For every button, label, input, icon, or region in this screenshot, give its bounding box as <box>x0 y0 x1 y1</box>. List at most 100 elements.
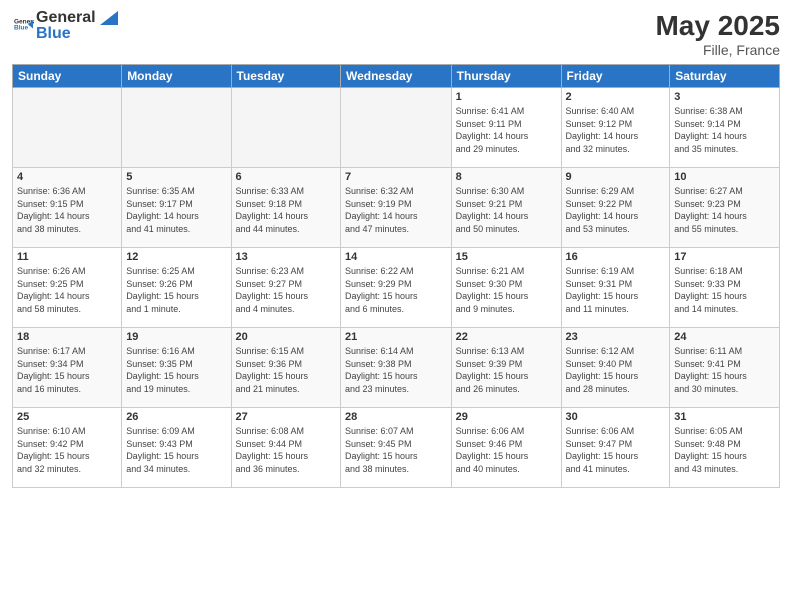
calendar-cell-w1-d2 <box>231 88 340 168</box>
day-number: 20 <box>236 331 336 343</box>
day-number: 8 <box>456 171 557 183</box>
day-number: 25 <box>17 411 117 423</box>
day-info: Sunrise: 6:40 AM Sunset: 9:12 PM Dayligh… <box>566 105 666 155</box>
calendar-cell-w1-d0 <box>13 88 122 168</box>
calendar-cell-w2-d5: 9 Sunrise: 6:29 AM Sunset: 9:22 PM Daylig… <box>561 168 670 248</box>
day-number: 4 <box>17 171 117 183</box>
day-number: 27 <box>236 411 336 423</box>
day-number: 12 <box>126 251 226 263</box>
calendar-cell-w4-d6: 24Sunrise: 6:11 AM Sunset: 9:41 PM Dayli… <box>670 328 780 408</box>
day-number: 7 <box>345 171 447 183</box>
day-number: 21 <box>345 331 447 343</box>
header-friday: Friday <box>561 65 670 88</box>
page: General Blue General Blue May 2025 Fille… <box>0 0 792 612</box>
day-info: Sunrise: 6:32 AM Sunset: 9:19 PM Dayligh… <box>345 185 447 235</box>
calendar-cell-w5-d1: 26 Sunrise: 6:09 AM Sunset: 9:43 PM Dayli… <box>122 408 231 488</box>
day-info: Sunrise: 6:12 AM Sunset: 9:40 PM Dayligh… <box>566 345 666 395</box>
calendar-cell-w1-d6: 3 Sunrise: 6:38 AM Sunset: 9:14 PM Daylig… <box>670 88 780 168</box>
day-info: Sunrise: 6:08 AM Sunset: 9:44 PM Dayligh… <box>236 425 336 475</box>
day-info: Sunrise: 6:36 AM Sunset: 9:15 PM Dayligh… <box>17 185 117 235</box>
calendar-cell-w5-d6: 31 Sunrise: 6:05 AM Sunset: 9:48 PM Dayli… <box>670 408 780 488</box>
day-number: 28 <box>345 411 447 423</box>
header-sunday: Sunday <box>13 65 122 88</box>
day-info: Sunrise: 6:21 AM Sunset: 9:30 PM Dayligh… <box>456 265 557 315</box>
calendar-cell-w5-d5: 30 Sunrise: 6:06 AM Sunset: 9:47 PM Dayli… <box>561 408 670 488</box>
weekday-header-row: Sunday Monday Tuesday Wednesday Thursday… <box>13 65 780 88</box>
header-tuesday: Tuesday <box>231 65 340 88</box>
logo-triangle-icon <box>100 11 118 25</box>
calendar-cell-w3-d5: 16 Sunrise: 6:19 AM Sunset: 9:31 PM Dayli… <box>561 248 670 328</box>
title-block: May 2025 Fille, France <box>655 10 780 58</box>
day-number: 1 <box>456 91 557 103</box>
day-info: Sunrise: 6:13 AM Sunset: 9:39 PM Dayligh… <box>456 345 557 395</box>
day-info: Sunrise: 6:33 AM Sunset: 9:18 PM Dayligh… <box>236 185 336 235</box>
day-number: 15 <box>456 251 557 263</box>
calendar-cell-w4-d3: 21Sunrise: 6:14 AM Sunset: 9:38 PM Dayli… <box>340 328 451 408</box>
calendar-cell-w3-d4: 15 Sunrise: 6:21 AM Sunset: 9:30 PM Dayli… <box>451 248 561 328</box>
header: General Blue General Blue May 2025 Fille… <box>12 10 780 58</box>
day-info: Sunrise: 6:07 AM Sunset: 9:45 PM Dayligh… <box>345 425 447 475</box>
logo-general: General <box>36 10 118 26</box>
day-info: Sunrise: 6:15 AM Sunset: 9:36 PM Dayligh… <box>236 345 336 395</box>
calendar-cell-w3-d1: 12Sunrise: 6:25 AM Sunset: 9:26 PM Dayli… <box>122 248 231 328</box>
day-info: Sunrise: 6:17 AM Sunset: 9:34 PM Dayligh… <box>17 345 117 395</box>
day-number: 5 <box>126 171 226 183</box>
day-info: Sunrise: 6:30 AM Sunset: 9:21 PM Dayligh… <box>456 185 557 235</box>
week-row-3: 11Sunrise: 6:26 AM Sunset: 9:25 PM Dayli… <box>13 248 780 328</box>
day-number: 11 <box>17 251 117 263</box>
header-monday: Monday <box>122 65 231 88</box>
day-number: 6 <box>236 171 336 183</box>
day-info: Sunrise: 6:41 AM Sunset: 9:11 PM Dayligh… <box>456 105 557 155</box>
header-wednesday: Wednesday <box>340 65 451 88</box>
logo-blue: Blue <box>36 26 118 42</box>
week-row-2: 4 Sunrise: 6:36 AM Sunset: 9:15 PM Daylig… <box>13 168 780 248</box>
day-number: 14 <box>345 251 447 263</box>
day-info: Sunrise: 6:10 AM Sunset: 9:42 PM Dayligh… <box>17 425 117 475</box>
day-number: 30 <box>566 411 666 423</box>
calendar-cell-w4-d4: 22 Sunrise: 6:13 AM Sunset: 9:39 PM Dayli… <box>451 328 561 408</box>
day-info: Sunrise: 6:19 AM Sunset: 9:31 PM Dayligh… <box>566 265 666 315</box>
calendar-cell-w1-d5: 2 Sunrise: 6:40 AM Sunset: 9:12 PM Daylig… <box>561 88 670 168</box>
day-info: Sunrise: 6:27 AM Sunset: 9:23 PM Dayligh… <box>674 185 775 235</box>
calendar-cell-w4-d5: 23Sunrise: 6:12 AM Sunset: 9:40 PM Dayli… <box>561 328 670 408</box>
day-info: Sunrise: 6:22 AM Sunset: 9:29 PM Dayligh… <box>345 265 447 315</box>
logo: General Blue General Blue <box>12 10 118 42</box>
day-number: 22 <box>456 331 557 343</box>
week-row-5: 25 Sunrise: 6:10 AM Sunset: 9:42 PM Dayli… <box>13 408 780 488</box>
header-thursday: Thursday <box>451 65 561 88</box>
day-number: 31 <box>674 411 775 423</box>
calendar-cell-w5-d4: 29Sunrise: 6:06 AM Sunset: 9:46 PM Dayli… <box>451 408 561 488</box>
day-number: 19 <box>126 331 226 343</box>
day-info: Sunrise: 6:38 AM Sunset: 9:14 PM Dayligh… <box>674 105 775 155</box>
day-number: 10 <box>674 171 775 183</box>
calendar-cell-w3-d0: 11Sunrise: 6:26 AM Sunset: 9:25 PM Dayli… <box>13 248 122 328</box>
calendar-cell-w2-d2: 6 Sunrise: 6:33 AM Sunset: 9:18 PM Daylig… <box>231 168 340 248</box>
header-saturday: Saturday <box>670 65 780 88</box>
calendar-cell-w2-d0: 4 Sunrise: 6:36 AM Sunset: 9:15 PM Daylig… <box>13 168 122 248</box>
calendar-cell-w2-d3: 7 Sunrise: 6:32 AM Sunset: 9:19 PM Daylig… <box>340 168 451 248</box>
day-number: 16 <box>566 251 666 263</box>
calendar-cell-w3-d3: 14 Sunrise: 6:22 AM Sunset: 9:29 PM Dayli… <box>340 248 451 328</box>
day-info: Sunrise: 6:35 AM Sunset: 9:17 PM Dayligh… <box>126 185 226 235</box>
day-number: 17 <box>674 251 775 263</box>
calendar-cell-w4-d2: 20 Sunrise: 6:15 AM Sunset: 9:36 PM Dayli… <box>231 328 340 408</box>
calendar-cell-w5-d2: 27 Sunrise: 6:08 AM Sunset: 9:44 PM Dayli… <box>231 408 340 488</box>
day-info: Sunrise: 6:23 AM Sunset: 9:27 PM Dayligh… <box>236 265 336 315</box>
calendar-cell-w5-d0: 25 Sunrise: 6:10 AM Sunset: 9:42 PM Dayli… <box>13 408 122 488</box>
day-number: 24 <box>674 331 775 343</box>
day-number: 18 <box>17 331 117 343</box>
day-info: Sunrise: 6:09 AM Sunset: 9:43 PM Dayligh… <box>126 425 226 475</box>
day-number: 26 <box>126 411 226 423</box>
day-info: Sunrise: 6:16 AM Sunset: 9:35 PM Dayligh… <box>126 345 226 395</box>
day-info: Sunrise: 6:06 AM Sunset: 9:47 PM Dayligh… <box>566 425 666 475</box>
day-info: Sunrise: 6:29 AM Sunset: 9:22 PM Dayligh… <box>566 185 666 235</box>
calendar-table: Sunday Monday Tuesday Wednesday Thursday… <box>12 64 780 488</box>
calendar-cell-w5-d3: 28 Sunrise: 6:07 AM Sunset: 9:45 PM Dayli… <box>340 408 451 488</box>
day-number: 3 <box>674 91 775 103</box>
day-info: Sunrise: 6:05 AM Sunset: 9:48 PM Dayligh… <box>674 425 775 475</box>
day-number: 9 <box>566 171 666 183</box>
svg-text:Blue: Blue <box>14 24 28 31</box>
calendar-cell-w2-d1: 5 Sunrise: 6:35 AM Sunset: 9:17 PM Daylig… <box>122 168 231 248</box>
week-row-4: 18 Sunrise: 6:17 AM Sunset: 9:34 PM Dayli… <box>13 328 780 408</box>
day-number: 2 <box>566 91 666 103</box>
